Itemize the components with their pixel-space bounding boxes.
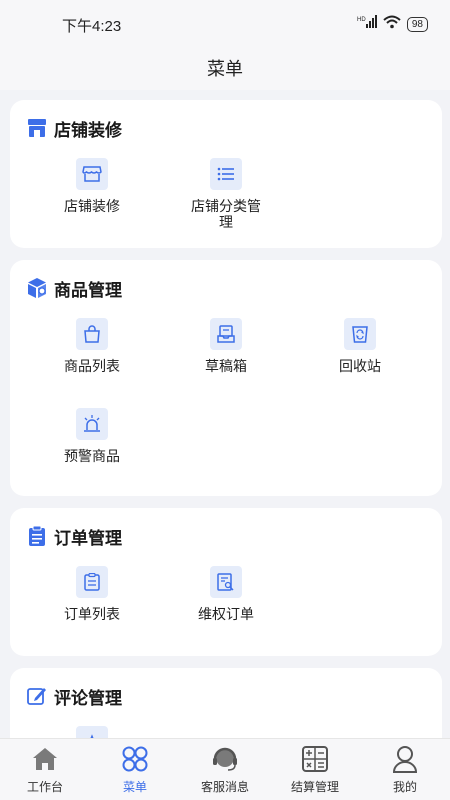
section-header: 店铺装修 <box>26 116 122 140</box>
menu-item-dispute-orders[interactable]: 维权订单 <box>156 566 296 622</box>
section-header: 商品管理 <box>26 276 122 300</box>
list-icon <box>210 158 242 190</box>
tab-label: 工作台 <box>26 780 63 794</box>
menu-item-label: 预警商品 <box>64 448 120 464</box>
section-header: 评论管理 <box>26 684 122 708</box>
review-icon <box>76 726 108 738</box>
bottom-tab-bar: 工作台 菜单 客服消息 结算管理 我的 <box>0 738 450 800</box>
section-store-decoration: 店铺装修 店铺装修 店铺分类管理 <box>10 100 442 248</box>
svg-text:HD: HD <box>357 17 366 23</box>
section-order-management: 订单管理 订单列表 维权订单 <box>10 508 442 656</box>
menu-item-label: 回收站 <box>339 358 381 374</box>
alarm-light-icon <box>76 408 108 440</box>
section-title: 订单管理 <box>54 528 122 548</box>
menu-item-label: 草稿箱 <box>205 358 247 374</box>
menu-item-store-category[interactable]: 店铺分类管理 <box>156 158 296 230</box>
menu-item-order-list[interactable]: 订单列表 <box>22 566 162 622</box>
menu-item-reviews[interactable] <box>22 726 162 738</box>
tab-label: 结算管理 <box>290 780 339 794</box>
tab-label: 我的 <box>392 780 417 794</box>
tab-menu[interactable]: 菜单 <box>90 739 180 800</box>
tab-settlement[interactable]: 结算管理 <box>270 739 360 800</box>
menu-item-label: 维权订单 <box>198 606 254 622</box>
menu-grid-icon <box>120 744 150 774</box>
section-product-management: 商品管理 商品列表 草稿箱 回收站 预警商品 <box>10 260 442 496</box>
user-icon <box>390 744 420 774</box>
status-icons: HD 98 <box>357 15 428 34</box>
draft-box-icon <box>210 318 242 350</box>
section-title: 评论管理 <box>54 688 122 708</box>
tab-label: 菜单 <box>122 780 147 794</box>
headset-icon <box>210 744 240 774</box>
tab-label: 客服消息 <box>200 780 249 794</box>
status-time: 下午4:23 <box>62 18 122 35</box>
status-bar: 下午4:23 HD 98 <box>0 0 450 46</box>
signal-icon: HD <box>357 15 377 34</box>
section-title: 店铺装修 <box>54 120 122 140</box>
menu-item-alert-products[interactable]: 预警商品 <box>22 408 162 464</box>
clipboard-icon <box>76 566 108 598</box>
tab-profile[interactable]: 我的 <box>360 739 450 800</box>
storefront-icon <box>76 158 108 190</box>
edit-icon <box>26 685 48 707</box>
section-header: 订单管理 <box>26 524 122 548</box>
tab-customer-service[interactable]: 客服消息 <box>180 739 270 800</box>
battery-indicator: 98 <box>406 17 428 32</box>
nav-bar: 菜单 <box>0 46 450 90</box>
order-clipboard-icon <box>26 525 48 547</box>
menu-item-drafts[interactable]: 草稿箱 <box>156 318 296 374</box>
recycle-bin-icon <box>344 318 376 350</box>
page-title: 菜单 <box>207 59 243 79</box>
menu-item-product-list[interactable]: 商品列表 <box>22 318 162 374</box>
menu-item-label: 店铺装修 <box>64 198 120 214</box>
store-icon <box>26 117 48 139</box>
shopping-bag-icon <box>76 318 108 350</box>
document-search-icon <box>210 566 242 598</box>
box-icon <box>26 277 48 299</box>
menu-item-label: 商品列表 <box>64 358 120 374</box>
section-title: 商品管理 <box>54 280 122 300</box>
menu-item-label: 订单列表 <box>64 606 120 622</box>
home-icon <box>30 744 60 774</box>
section-review-management: 评论管理 <box>10 668 442 738</box>
menu-item-store-decoration[interactable]: 店铺装修 <box>22 158 162 214</box>
tab-workbench[interactable]: 工作台 <box>0 739 90 800</box>
menu-content[interactable]: 店铺装修 店铺装修 店铺分类管理 商品管理 商品列表 草稿箱 回收站 预警商品 … <box>0 90 450 738</box>
wifi-icon <box>383 15 401 34</box>
calculator-icon <box>300 744 330 774</box>
menu-item-label: 店铺分类管理 <box>191 198 261 230</box>
menu-item-recycle-bin[interactable]: 回收站 <box>290 318 430 374</box>
